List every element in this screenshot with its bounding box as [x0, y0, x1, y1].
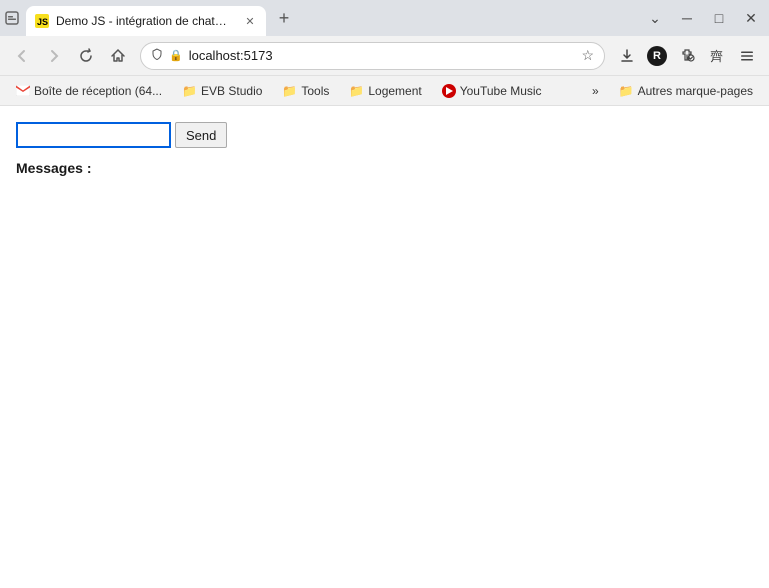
bookmark-gmail[interactable]: Boîte de réception (64...	[8, 82, 170, 100]
bookmark-logement[interactable]: 📁 Logement	[341, 82, 429, 100]
forward-button[interactable]	[40, 42, 68, 70]
minimize-button[interactable]: ─	[673, 4, 701, 32]
close-window-button[interactable]: ✕	[737, 4, 765, 32]
tab-close-button[interactable]: ✕	[242, 13, 258, 29]
folder-icon-other: 📁	[619, 84, 634, 98]
active-tab[interactable]: JS Demo JS - intégration de chatGTP p ✕	[26, 6, 266, 36]
bookmark-youtube-music[interactable]: YouTube Music	[434, 82, 550, 100]
home-button[interactable]	[104, 42, 132, 70]
other-bookmarks-button[interactable]: 📁 Autres marque-pages	[611, 82, 761, 100]
messages-label: Messages :	[16, 160, 753, 176]
profile-button[interactable]: R	[643, 42, 671, 70]
download-button[interactable]	[613, 42, 641, 70]
page-content: Send Messages :	[0, 106, 769, 588]
bookmarks-overflow: » 📁 Autres marque-pages	[584, 82, 761, 100]
address-input[interactable]	[189, 48, 576, 63]
folder-icon-tools: 📁	[282, 84, 297, 98]
profile-avatar: R	[647, 46, 667, 66]
tab-title: Demo JS - intégration de chatGTP p	[56, 14, 236, 28]
new-tab-button[interactable]: +	[270, 4, 298, 32]
nav-right-icons: R 齊	[613, 42, 761, 70]
chevron-right-icon: »	[592, 84, 599, 98]
bookmark-tools-label: Tools	[301, 84, 329, 98]
bookmark-tools[interactable]: 📁 Tools	[274, 82, 337, 100]
address-bar-container[interactable]: 🔒 ☆	[140, 42, 605, 70]
bookmark-gmail-label: Boîte de réception (64...	[34, 84, 162, 98]
bookmark-evb-label: EVB Studio	[201, 84, 262, 98]
restore-button[interactable]: □	[705, 4, 733, 32]
bookmark-logement-label: Logement	[368, 84, 421, 98]
svg-text:JS: JS	[37, 17, 48, 27]
nav-bar: 🔒 ☆ R 齊	[0, 36, 769, 76]
tab-bar-chevron-down[interactable]: ⌄	[641, 4, 669, 32]
input-row: Send	[16, 122, 753, 148]
tab-bar-left: JS Demo JS - intégration de chatGTP p ✕ …	[4, 0, 298, 36]
folder-icon-logement: 📁	[349, 84, 364, 98]
back-button[interactable]	[8, 42, 36, 70]
message-input[interactable]	[16, 122, 171, 148]
bookmarks-overflow-button[interactable]: »	[584, 82, 607, 100]
shield-icon	[151, 48, 163, 63]
reload-button[interactable]	[72, 42, 100, 70]
other-bookmarks-label: Autres marque-pages	[638, 84, 753, 98]
bookmark-evb-studio[interactable]: 📁 EVB Studio	[174, 82, 270, 100]
tab-bar-right: ⌄ ─ □ ✕	[641, 4, 765, 32]
bookmark-ytmusic-label: YouTube Music	[460, 84, 542, 98]
browser-window: JS Demo JS - intégration de chatGTP p ✕ …	[0, 0, 769, 588]
menu-button[interactable]	[733, 42, 761, 70]
extensions-button[interactable]	[673, 42, 701, 70]
svg-text:齊: 齊	[710, 49, 723, 64]
tab-icon-square	[4, 10, 20, 26]
tab-favicon: JS	[34, 13, 50, 29]
send-button[interactable]: Send	[175, 122, 227, 148]
gmail-icon	[16, 84, 30, 98]
bookmarks-bar: Boîte de réception (64... 📁 EVB Studio 📁…	[0, 76, 769, 106]
tab-bar: JS Demo JS - intégration de chatGTP p ✕ …	[0, 0, 769, 36]
folder-icon-evb: 📁	[182, 84, 197, 98]
youtube-music-icon	[442, 84, 456, 98]
sidebar-button[interactable]: 齊	[703, 42, 731, 70]
bookmark-star-icon[interactable]: ☆	[581, 47, 594, 64]
lock-icon: 🔒	[169, 49, 183, 62]
